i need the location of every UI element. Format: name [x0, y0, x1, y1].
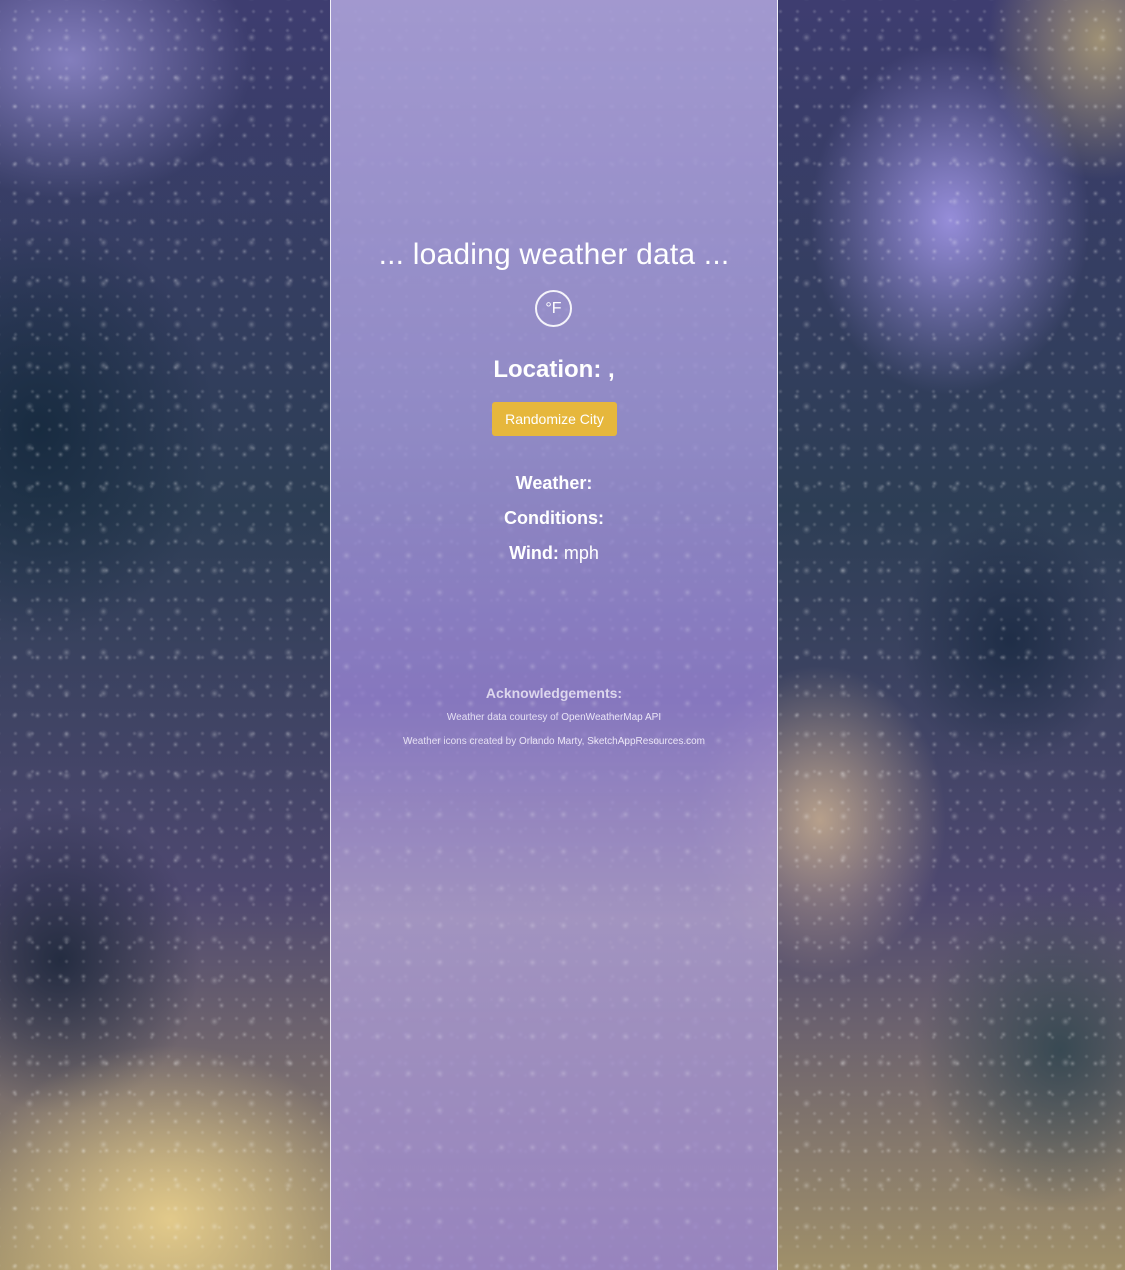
weather-panel: ... loading weather data ... °F Location… [330, 0, 778, 1270]
weather-row: Weather: [331, 473, 777, 494]
conditions-row: Conditions: [331, 508, 777, 529]
ack-line2-prefix: Weather icons created by [402, 736, 519, 747]
wind-label: Wind: [509, 543, 559, 563]
ack-icons-line: Weather icons created by Orlando Marty, … [331, 736, 777, 747]
loading-heading: ... loading weather data ... [378, 238, 730, 271]
acknowledgements-title: Acknowledgements: [485, 685, 623, 701]
panel-raindrops [331, 500, 777, 1270]
fahrenheit-icon[interactable]: °F [535, 290, 572, 327]
unit-toggle-label: °F [545, 299, 562, 317]
sketchappresources-link[interactable]: SketchAppResources.com [587, 736, 705, 747]
openweathermap-link[interactable]: OpenWeatherMap API [561, 712, 661, 723]
conditions-label: Conditions: [504, 508, 604, 528]
ack-weather-data-line: Weather data courtesy of OpenWeatherMap … [331, 712, 777, 723]
weather-label: Weather: [515, 473, 593, 493]
location-line: Location: , [331, 356, 777, 384]
wind-row: Wind: mph [331, 543, 777, 564]
location-value: , [608, 356, 615, 383]
randomize-city-button[interactable]: Randomize City [492, 402, 617, 436]
orlando-marty-link[interactable]: Orlando Marty [519, 736, 582, 747]
ack-line1-prefix: Weather data courtesy of [446, 712, 562, 723]
location-label: Location: [493, 356, 602, 383]
wind-value: mph [563, 543, 599, 563]
